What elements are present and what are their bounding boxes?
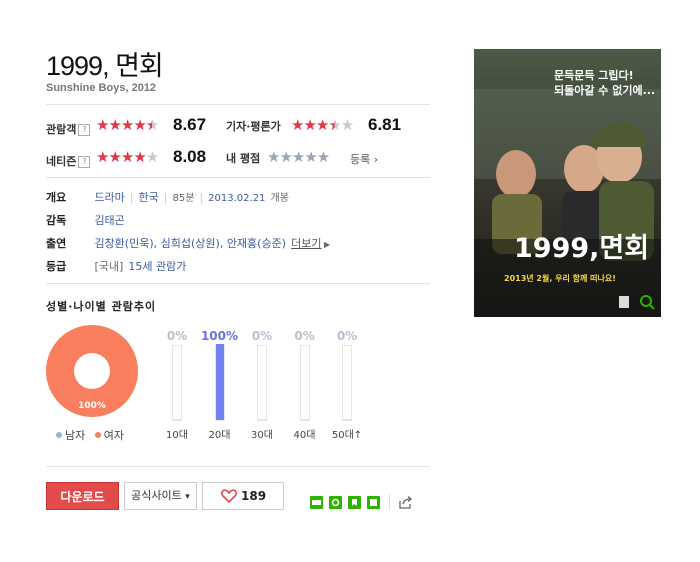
cast-member-link[interactable]: 심희섭(상원) <box>161 237 220 250</box>
cast-member-link[interactable]: 김창환(민욱) <box>94 237 153 250</box>
critic-score: 6.81 <box>368 115 402 134</box>
director-label: 감독 <box>46 214 67 227</box>
poster-tagline-2: 되돌아갈 수 없기에... <box>554 83 655 97</box>
bar-value-label: 0% <box>166 329 188 343</box>
netizen-stars: ★★★★★ <box>96 148 159 166</box>
audience-score: 8.67 <box>173 115 207 134</box>
grade-row: 등급 [국내] 15세 관람가 <box>46 255 186 274</box>
overview-row: 개요 드라마 | 한국 | 85분 | 2013.02.21 개봉 <box>46 186 289 205</box>
cast-label: 출연 <box>46 237 67 250</box>
official-site-label: 공식사이트 <box>131 489 182 502</box>
legend-female: 여자 <box>103 429 124 442</box>
blog-share-icon[interactable] <box>310 496 323 509</box>
grade-country: [국내] <box>94 260 124 273</box>
poster-tagline-1: 문득문득 그립다! <box>554 68 634 82</box>
critic-stars: ★★★★★ <box>291 116 354 134</box>
trend-section-title: 성별·나이별 관람추이 <box>46 300 157 313</box>
bar-value-label: 0% <box>294 329 315 343</box>
legend-male: 남자 <box>65 429 86 442</box>
my-rating-label: 내 평점 <box>226 152 261 165</box>
cast-member-link[interactable]: 안재홍(승준) <box>227 237 286 250</box>
register-rating-link[interactable]: 등록 › <box>350 151 378 167</box>
bar <box>343 419 351 420</box>
heart-icon <box>221 489 237 503</box>
poster-title-art: 1999,면회 <box>514 233 649 264</box>
audience-stars: ★★★★★ <box>96 116 159 134</box>
netizen-score: 8.08 <box>173 147 207 166</box>
female-dot-icon <box>94 432 101 438</box>
cast-row: 출연 김창환(민욱), 심희섭(상원), 안재홍(승준) 더보기 ▶ <box>46 237 331 250</box>
cast-more-link[interactable]: 더보기 <box>291 237 321 250</box>
cafe-share-icon[interactable] <box>329 496 342 509</box>
bar-track <box>299 345 310 421</box>
bar-track <box>214 344 225 421</box>
chevron-down-icon: ▾ <box>185 492 190 502</box>
download-button[interactable]: 다운로드 <box>46 482 119 510</box>
bar <box>258 419 266 420</box>
bar-category-label: 30대 <box>251 430 273 441</box>
netizen-rating-label: 네티즌 <box>46 155 77 168</box>
country-link[interactable]: 한국 <box>139 191 159 204</box>
overview-label: 개요 <box>46 191 67 204</box>
donut-hole <box>74 353 110 389</box>
director-row: 감독 김태곤 <box>46 209 125 228</box>
official-site-button[interactable]: 공식사이트 ▾ <box>124 482 197 510</box>
donut-percent-label: 100% <box>78 401 106 411</box>
like-button[interactable]: 189 <box>202 482 284 510</box>
bar-value-label: 0% <box>251 329 273 343</box>
netizen-rating: 네티즌? <box>46 150 91 169</box>
like-count: 189 <box>241 489 267 503</box>
divider <box>46 283 430 284</box>
separator: | <box>163 191 168 204</box>
bar-category-label: 40대 <box>293 430 316 441</box>
bar-track <box>257 345 267 421</box>
poster-image: 문득문득 그립다! 되돌아갈 수 없기에... 1999,면회 2013년 2월… <box>474 49 661 317</box>
help-icon[interactable]: ? <box>78 124 91 136</box>
bar-value-label: 100% <box>200 329 239 343</box>
critic-rating-label: 기자·평론가 <box>226 120 281 133</box>
gender-legend: 남자 여자 <box>56 427 124 443</box>
help-icon[interactable]: ? <box>78 156 91 168</box>
release-suffix: 개봉 <box>270 193 289 204</box>
male-dot-icon <box>56 432 62 438</box>
genre-link[interactable]: 드라마 <box>94 191 124 204</box>
bookmark-share-icon[interactable] <box>348 496 361 509</box>
bar-value-label: 0% <box>336 329 358 343</box>
bar-track <box>172 345 182 421</box>
caret-right-icon: ▶ <box>321 240 331 249</box>
bar-track <box>342 345 352 421</box>
separator: | <box>199 191 204 204</box>
movie-subtitle: Sunshine Boys, 2012 <box>46 82 157 94</box>
my-rating-stars[interactable]: ★★★★★ <box>267 149 330 165</box>
bar <box>300 419 309 420</box>
bar-category-label: 50대↑ <box>331 430 363 441</box>
movie-poster[interactable]: 문득문득 그립다! 되돌아갈 수 없기에... 1999,면회 2013년 2월… <box>474 49 661 317</box>
bar-category-label: 20대 <box>208 430 231 441</box>
page-title: 1999, 면회 <box>46 51 164 81</box>
director-link[interactable]: 김태곤 <box>94 214 124 227</box>
divider <box>46 466 430 467</box>
divider <box>389 494 390 510</box>
share-icon[interactable] <box>397 494 413 510</box>
divider <box>46 177 430 178</box>
poster-release-banner: 2013년 2월, 우리 함께 떠나요! <box>504 273 616 283</box>
bar <box>215 344 224 420</box>
divider <box>46 104 430 105</box>
grade-label: 등급 <box>46 260 67 273</box>
audience-rating-label: 관람객 <box>46 123 77 136</box>
bar <box>173 419 181 420</box>
runtime: 85분 <box>172 193 195 204</box>
separator: | <box>129 191 134 204</box>
gender-donut-chart: 100% <box>46 325 138 417</box>
grade-link[interactable]: 15세 관람가 <box>128 260 186 273</box>
audience-rating: 관람객? <box>46 118 91 137</box>
release-date-link[interactable]: 2013.02.21 <box>208 193 265 204</box>
bar-category-label: 10대 <box>166 430 188 441</box>
memo-share-icon[interactable] <box>367 496 380 509</box>
